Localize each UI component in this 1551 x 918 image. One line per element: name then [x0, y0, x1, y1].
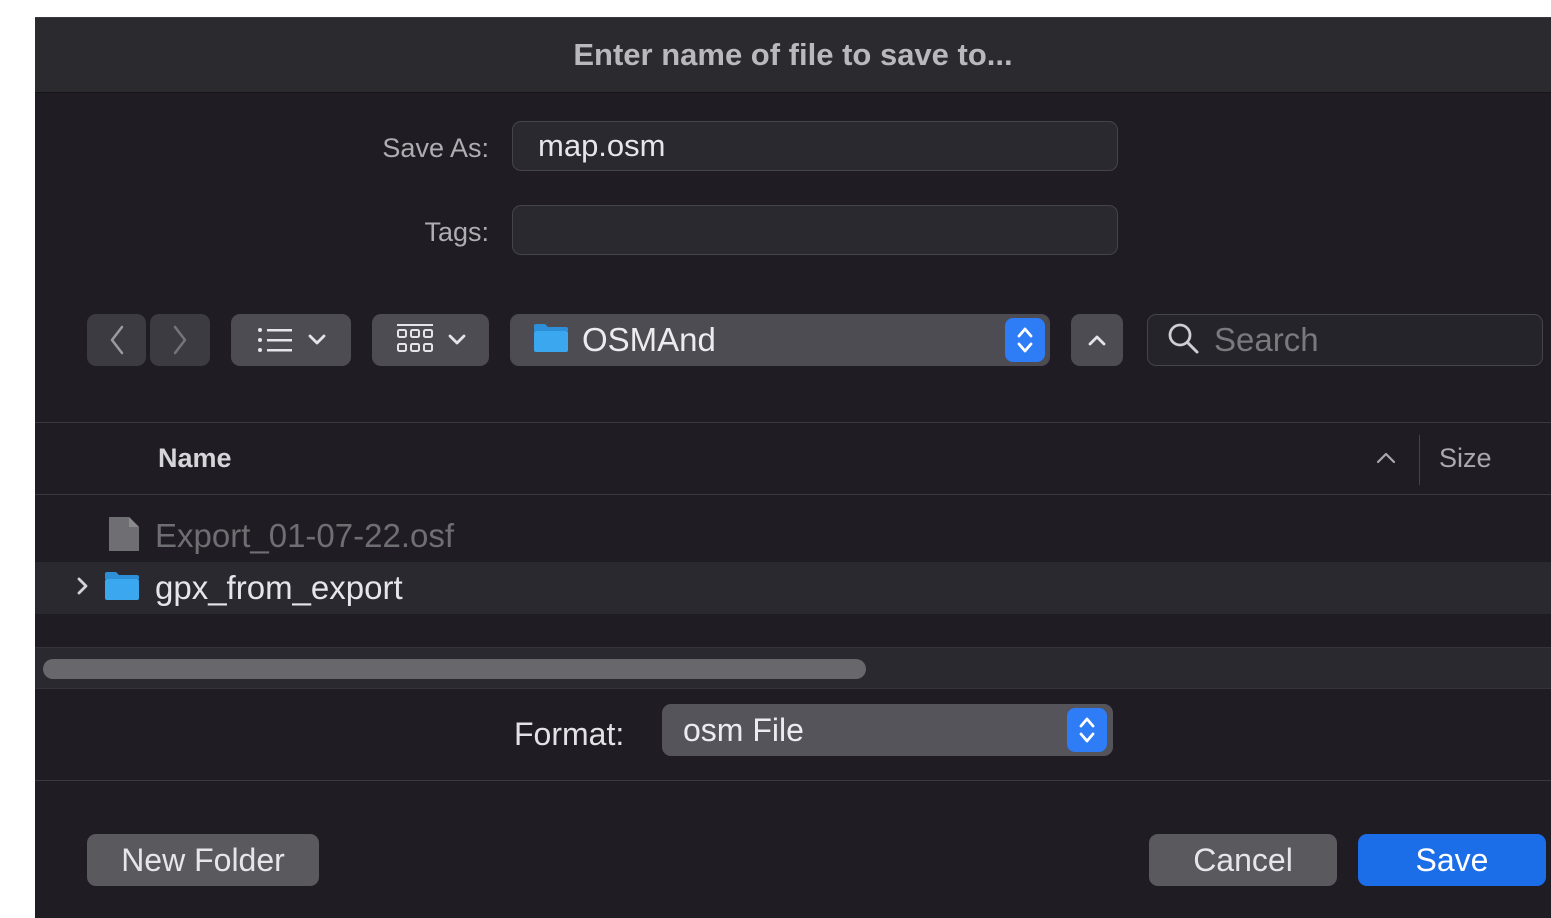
- location-popup[interactable]: OSMAnd: [510, 314, 1050, 366]
- disclosure-triangle-icon[interactable]: [75, 575, 91, 602]
- chevron-right-icon: [172, 325, 188, 355]
- tags-input[interactable]: [512, 205, 1118, 255]
- icon-view-button[interactable]: [372, 314, 489, 366]
- chevron-left-icon: [109, 325, 125, 355]
- column-header-name[interactable]: Name: [158, 443, 232, 474]
- forward-button[interactable]: [150, 314, 210, 366]
- list-item: Export_01-07-22.osf: [35, 510, 1551, 562]
- save-dialog: Enter name of file to save to... Save As…: [35, 17, 1551, 918]
- cancel-button[interactable]: Cancel: [1149, 834, 1337, 886]
- folder-icon: [532, 322, 570, 359]
- back-button[interactable]: [87, 314, 146, 366]
- file-list-header: Name Size: [35, 422, 1551, 495]
- list-item[interactable]: gpx_from_export: [35, 562, 1551, 614]
- format-popup[interactable]: osm File: [662, 704, 1113, 756]
- search-icon: [1166, 321, 1200, 360]
- horizontal-scrollbar[interactable]: [35, 647, 1551, 689]
- chevron-up-icon: [1088, 334, 1106, 346]
- list-view-icon: [256, 325, 294, 355]
- format-value: osm File: [683, 711, 804, 748]
- chevron-down-icon: [308, 334, 326, 346]
- column-divider[interactable]: [1419, 435, 1420, 485]
- search-placeholder: Search: [1214, 321, 1319, 358]
- search-input[interactable]: Search: [1147, 314, 1543, 366]
- save-as-input[interactable]: map.osm: [512, 121, 1118, 171]
- new-folder-button[interactable]: New Folder: [87, 834, 319, 886]
- updown-arrows-icon: [1067, 708, 1107, 752]
- folder-name: gpx_from_export: [155, 569, 403, 606]
- footer-divider: [35, 780, 1551, 781]
- save-button[interactable]: Save: [1358, 834, 1546, 886]
- format-label: Format:: [514, 716, 625, 752]
- dialog-titlebar: Enter name of file to save to...: [35, 18, 1551, 93]
- collapse-button[interactable]: [1071, 314, 1123, 366]
- updown-arrows-icon: [1005, 318, 1045, 362]
- icon-grid-icon: [396, 323, 434, 357]
- scrollbar-thumb[interactable]: [43, 659, 866, 679]
- document-icon: [107, 515, 141, 558]
- save-as-label: Save As:: [382, 133, 489, 163]
- file-name: Export_01-07-22.osf: [155, 517, 455, 554]
- folder-icon: [103, 570, 141, 607]
- dialog-title: Enter name of file to save to...: [573, 37, 1013, 72]
- chevron-down-icon: [448, 334, 466, 346]
- list-view-button[interactable]: [231, 314, 351, 366]
- sort-ascending-icon: [1375, 451, 1397, 470]
- column-header-size[interactable]: Size: [1439, 443, 1492, 474]
- tags-label: Tags:: [424, 217, 489, 247]
- location-label: OSMAnd: [582, 321, 716, 358]
